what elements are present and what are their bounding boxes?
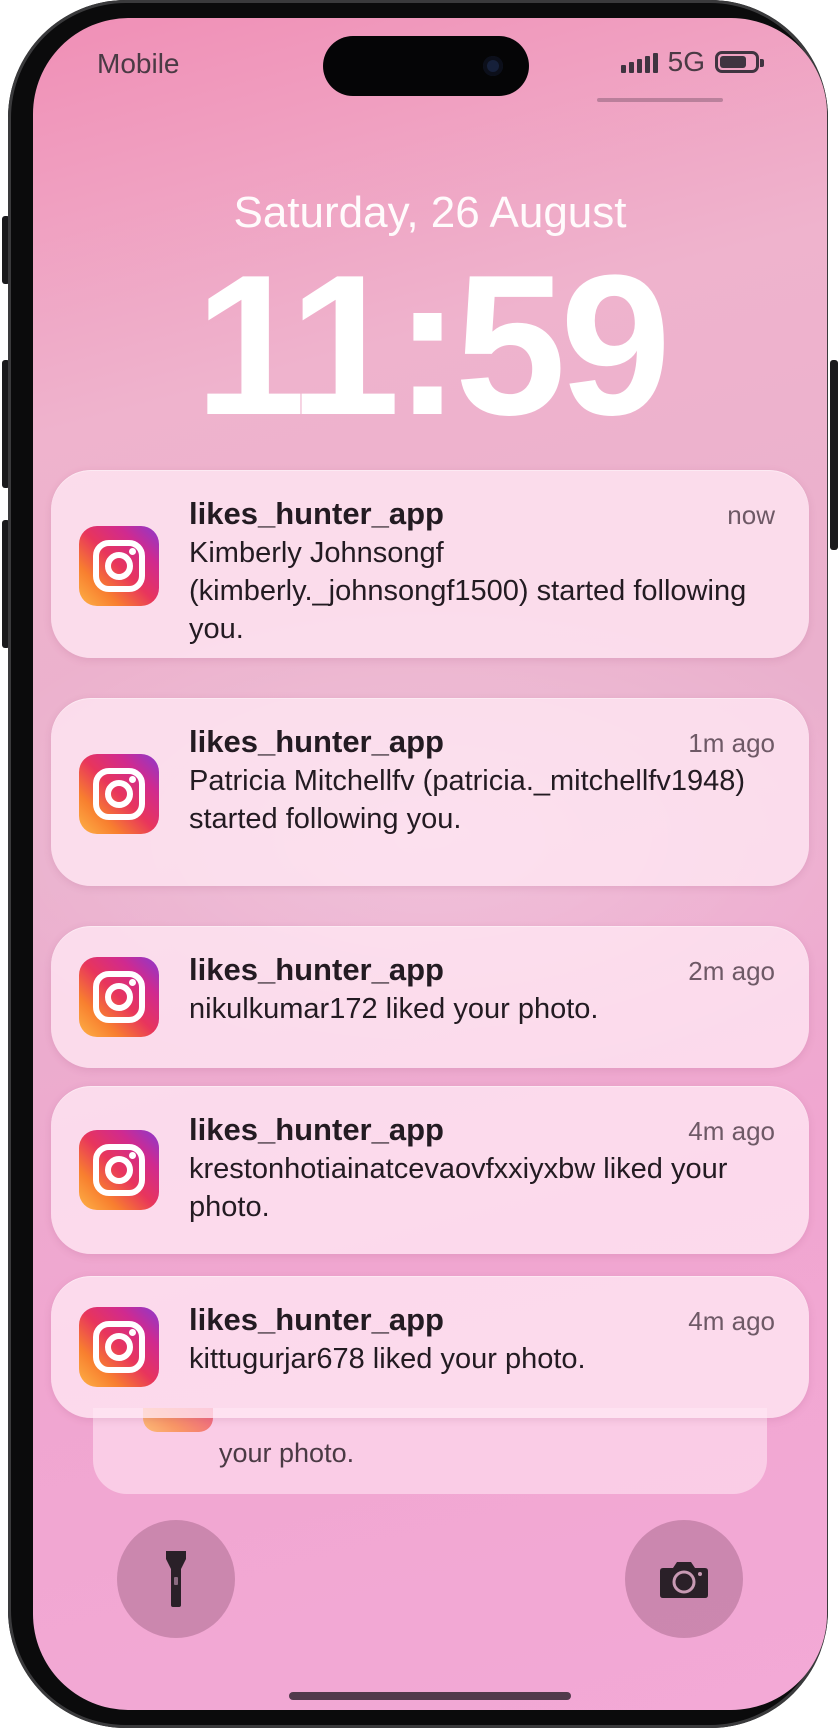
instagram-icon [79, 957, 159, 1037]
notification-message: kittugurjar678 liked your photo. [189, 1343, 586, 1375]
flashlight-button[interactable] [117, 1520, 235, 1638]
stacked-notification[interactable]: your photo. [93, 1408, 767, 1494]
lock-date: Saturday, 26 August [233, 188, 627, 237]
notification-time: now [727, 500, 775, 530]
camera-icon [660, 1562, 708, 1598]
home-indicator[interactable] [289, 1692, 571, 1700]
instagram-icon [79, 1130, 159, 1210]
notification-card[interactable]: likes_hunter_app 4m ago kittugurjar678 l… [51, 1276, 809, 1418]
notification-message: Patricia Mitchellfv (patricia._mitchellf… [189, 765, 746, 835]
notification-time: 2m ago [688, 956, 775, 986]
notification-message: nikulkumar172 liked your photo. [189, 993, 599, 1025]
power-button[interactable] [830, 360, 838, 550]
instagram-icon [79, 1307, 159, 1387]
battery-level-fill [720, 56, 746, 68]
notification-app-name: likes_hunter_app [189, 952, 444, 987]
notification-time: 4m ago [688, 1306, 775, 1336]
flashlight-icon [166, 1551, 186, 1607]
signal-strength-icon [620, 51, 658, 73]
phone-frame: Mobile 5G Saturday, 26 August 11:59 your… [8, 0, 828, 1728]
notification-card[interactable]: likes_hunter_app now Kimberly Johnsongf … [51, 470, 809, 658]
notification-card[interactable]: likes_hunter_app 1m ago Patricia Mitchel… [51, 698, 809, 886]
notification-message: Kimberly Johnsongf (kimberly._johnsongf1… [189, 537, 747, 645]
notification-card[interactable]: likes_hunter_app 4m ago krestonhotiainat… [51, 1086, 809, 1254]
status-indicators: 5G [620, 46, 764, 78]
front-camera-icon [483, 56, 503, 76]
notification-message: krestonhotiainatcevaovfxxiyxbw liked you… [189, 1153, 728, 1223]
notification-card[interactable]: likes_hunter_app 2m ago nikulkumar172 li… [51, 926, 809, 1068]
notification-app-name: likes_hunter_app [189, 1112, 444, 1147]
lock-screen: Mobile 5G Saturday, 26 August 11:59 your… [33, 18, 827, 1710]
battery-icon [715, 51, 764, 73]
camera-button[interactable] [625, 1520, 743, 1638]
notification-time: 4m ago [688, 1116, 775, 1146]
network-type: 5G [667, 46, 705, 77]
notification-time: 1m ago [688, 728, 775, 758]
lock-clock: 11:59 [194, 234, 672, 457]
notification-app-name: likes_hunter_app [189, 1302, 444, 1337]
stacked-notification-text: your photo. [219, 1438, 355, 1468]
notification-app-name: likes_hunter_app [189, 496, 444, 531]
control-center-indicator[interactable] [597, 98, 723, 102]
instagram-icon [79, 526, 159, 606]
instagram-icon [79, 754, 159, 834]
carrier-label: Mobile [97, 48, 180, 79]
notification-app-name: likes_hunter_app [189, 724, 444, 759]
dynamic-island [323, 36, 529, 96]
